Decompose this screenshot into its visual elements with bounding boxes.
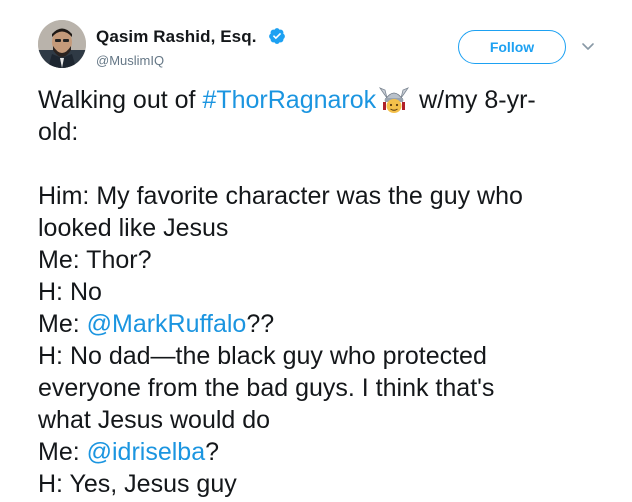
tweet-line: old: bbox=[38, 118, 79, 146]
tweet-text-segment: ? bbox=[205, 438, 220, 466]
display-name[interactable]: Qasim Rashid, Esq. bbox=[96, 27, 257, 47]
thor-helmet-emoji-icon bbox=[379, 87, 410, 113]
tweet-text-segment: Me: bbox=[38, 310, 87, 338]
tweet-line: Walking out of #ThorRagnarok w/my 8-yr- bbox=[38, 84, 598, 116]
tweet-text-segment: w/my 8-yr- bbox=[412, 86, 536, 114]
tweet-line: Me: Thor? bbox=[38, 246, 152, 274]
tweet-line: H: No bbox=[38, 278, 102, 306]
tweet-line: Him: My favorite character was the guy w… bbox=[38, 182, 523, 210]
tweet-line: what Jesus would do bbox=[38, 406, 271, 434]
profile-photo bbox=[38, 20, 86, 68]
tweet-text-segment: Me: bbox=[38, 438, 87, 466]
mention-link-idriselba[interactable]: @idriselba bbox=[87, 438, 205, 466]
mention-link-markruffalo[interactable]: @MarkRuffalo bbox=[87, 310, 247, 338]
tweet-line: everyone from the bad guys. I think that… bbox=[38, 374, 495, 402]
hashtag-link[interactable]: #ThorRagnarok bbox=[202, 86, 376, 114]
tweet-line: H: Yes, Jesus guy bbox=[38, 470, 237, 498]
tweet-line: H: No dad—the black guy who protected bbox=[38, 342, 487, 370]
tweet-text: Walking out of #ThorRagnarok w/my 8-yr- … bbox=[38, 84, 598, 500]
tweet-text-segment: ?? bbox=[246, 310, 275, 338]
user-handle[interactable]: @MuslimIQ bbox=[96, 53, 164, 68]
tweet-line: Me: @idriselba? bbox=[38, 436, 598, 468]
tweet-line: Me: @MarkRuffalo?? bbox=[38, 308, 598, 340]
tweet-line: looked like Jesus bbox=[38, 214, 229, 242]
tweet-header: Qasim Rashid, Esq. @MuslimIQ Follow bbox=[0, 0, 632, 80]
chevron-down-icon[interactable] bbox=[580, 38, 596, 54]
follow-button[interactable]: Follow bbox=[458, 30, 566, 64]
avatar[interactable] bbox=[38, 20, 86, 68]
tweet-text-segment: Walking out of bbox=[38, 86, 203, 114]
verified-badge-icon bbox=[269, 28, 285, 44]
